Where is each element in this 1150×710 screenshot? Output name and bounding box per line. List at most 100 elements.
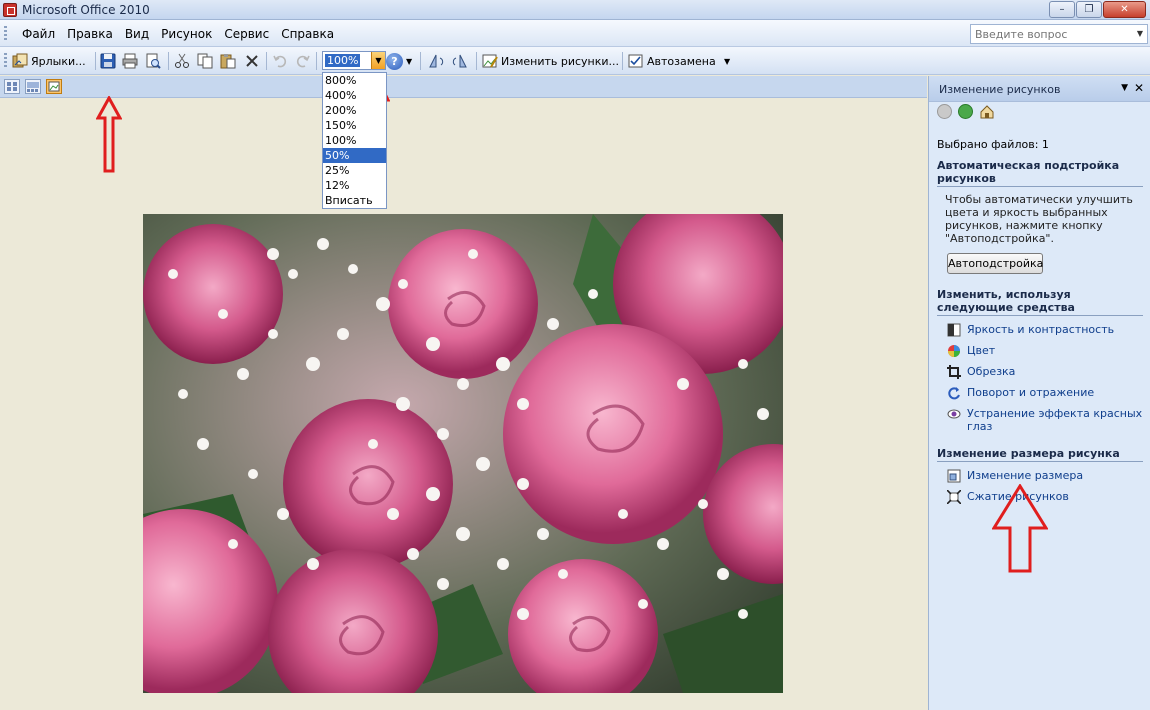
ask-question-box[interactable]: ▼ bbox=[970, 24, 1148, 44]
autocorrect-label: Автозамена bbox=[647, 54, 716, 68]
zoom-value[interactable]: 100% bbox=[325, 54, 361, 67]
zoom-option[interactable]: 150% bbox=[323, 118, 386, 133]
rotate-flip-icon bbox=[947, 386, 961, 400]
resize-link[interactable]: Изменение размера bbox=[947, 469, 1143, 483]
rotate-flip-link[interactable]: Поворот и отражение bbox=[947, 386, 1143, 400]
color-link[interactable]: Цвет bbox=[947, 344, 1143, 358]
print-preview-icon bbox=[145, 53, 161, 69]
app-icon bbox=[3, 3, 17, 17]
delete-button[interactable] bbox=[244, 52, 260, 70]
zoom-option[interactable]: 100% bbox=[323, 133, 386, 148]
tools-heading: Изменить, используя следующие средства bbox=[937, 288, 1143, 316]
red-arrow-compress bbox=[992, 484, 1048, 573]
autocorrect-button[interactable]: Автозамена bbox=[628, 52, 716, 70]
paste-button[interactable] bbox=[220, 52, 236, 70]
print-button[interactable] bbox=[122, 52, 138, 70]
zoom-option[interactable]: Вписать bbox=[323, 193, 386, 208]
zoom-option[interactable]: 400% bbox=[323, 88, 386, 103]
toolbar-options-button[interactable]: ▼ bbox=[406, 52, 412, 70]
resize-heading: Изменение размера рисунка bbox=[937, 447, 1143, 462]
zoom-option[interactable]: 200% bbox=[323, 103, 386, 118]
task-pane-title: Изменение рисунков bbox=[939, 83, 1061, 96]
filmstrip-view-button[interactable] bbox=[25, 79, 41, 94]
menu-service[interactable]: Сервис bbox=[218, 27, 275, 41]
window-controls: – ❐ ✕ bbox=[1049, 1, 1146, 18]
close-button[interactable]: ✕ bbox=[1103, 1, 1146, 18]
auto-adjust-heading: Автоматическая подстройка рисунков bbox=[937, 159, 1143, 187]
print-preview-button[interactable] bbox=[145, 52, 161, 70]
crop-link[interactable]: Обрезка bbox=[947, 365, 1143, 379]
window-title: Microsoft Office 2010 bbox=[22, 3, 150, 17]
view-bar bbox=[0, 76, 927, 98]
back-icon[interactable] bbox=[937, 104, 952, 119]
zoom-dropdown-list: 800% 400% 200% 150% 100% 50% 25% 12% Впи… bbox=[322, 72, 387, 209]
copy-icon bbox=[197, 53, 213, 69]
menubar-grip[interactable] bbox=[4, 26, 7, 42]
chevron-down-icon[interactable]: ▼ bbox=[371, 52, 385, 69]
zoom-option[interactable]: 800% bbox=[323, 73, 386, 88]
rotate-right-button[interactable] bbox=[452, 52, 468, 70]
shortcuts-button[interactable]: Ярлыки... bbox=[12, 52, 86, 70]
scissors-icon bbox=[174, 53, 190, 69]
minimize-button[interactable]: – bbox=[1049, 1, 1075, 18]
save-button[interactable] bbox=[100, 52, 116, 70]
auto-adjust-note: Чтобы автоматически улучшить цвета и ярк… bbox=[945, 193, 1133, 245]
link-label: Яркость и контрастность bbox=[967, 323, 1115, 336]
menu-file[interactable]: Файл bbox=[16, 27, 61, 41]
crop-icon bbox=[947, 365, 961, 379]
link-label: Изменение размера bbox=[967, 469, 1084, 482]
chevron-down-icon[interactable]: ▼ bbox=[1134, 26, 1146, 42]
close-icon[interactable]: ✕ bbox=[1134, 81, 1144, 95]
home-icon[interactable] bbox=[979, 104, 995, 119]
brightness-contrast-link[interactable]: Яркость и контрастность bbox=[947, 323, 1143, 337]
menu-edit[interactable]: Правка bbox=[61, 27, 119, 41]
task-pane-nav bbox=[937, 104, 995, 119]
task-pane-header: Изменение рисунков ▼ ✕ bbox=[929, 76, 1150, 102]
redo-button[interactable] bbox=[295, 52, 311, 70]
toolbar-options-button-2[interactable]: ▼ bbox=[724, 52, 730, 70]
link-label: Устранение эффекта красных глаз bbox=[967, 407, 1143, 433]
link-label: Обрезка bbox=[967, 365, 1016, 378]
redo-icon bbox=[295, 53, 311, 69]
zoom-option[interactable]: 25% bbox=[323, 163, 386, 178]
zoom-option-selected[interactable]: 50% bbox=[323, 148, 386, 163]
color-icon bbox=[947, 344, 961, 358]
ask-question-input[interactable] bbox=[971, 25, 1131, 43]
menu-picture[interactable]: Рисунок bbox=[155, 27, 218, 41]
rotate-left-icon bbox=[428, 53, 444, 69]
toolbar-grip[interactable] bbox=[4, 53, 7, 69]
title-bar: Microsoft Office 2010 – ❐ ✕ bbox=[0, 0, 1150, 20]
standard-toolbar: Ярлыки... ? ▼ Изменить рисунки... Автоза… bbox=[0, 47, 1150, 75]
single-picture-view-button[interactable] bbox=[46, 79, 62, 94]
restore-button[interactable]: ❐ bbox=[1076, 1, 1102, 18]
edit-pictures-label: Изменить рисунки... bbox=[501, 54, 620, 68]
zoom-combo[interactable]: 100% ▼ bbox=[322, 51, 386, 70]
help-icon: ? bbox=[386, 52, 403, 70]
link-label: Цвет bbox=[967, 344, 996, 357]
picture-canvas bbox=[0, 98, 927, 710]
edit-picture-icon bbox=[482, 53, 498, 69]
compress-icon bbox=[946, 489, 962, 505]
cut-button[interactable] bbox=[174, 52, 190, 70]
undo-button[interactable] bbox=[272, 52, 288, 70]
zoom-option[interactable]: 12% bbox=[323, 178, 386, 193]
rose-bouquet-photo[interactable] bbox=[143, 214, 783, 693]
auto-adjust-button[interactable]: Автоподстройка bbox=[947, 253, 1043, 274]
save-icon bbox=[100, 53, 116, 69]
rotate-left-button[interactable] bbox=[428, 52, 444, 70]
thumbnails-view-button[interactable] bbox=[4, 79, 20, 94]
shortcuts-label: Ярлыки... bbox=[31, 54, 86, 68]
forward-icon[interactable] bbox=[958, 104, 973, 119]
menu-view[interactable]: Вид bbox=[119, 27, 155, 41]
chevron-down-icon[interactable]: ▼ bbox=[1121, 83, 1128, 93]
red-eye-link[interactable]: Устранение эффекта красных глаз bbox=[947, 407, 1143, 433]
copy-button[interactable] bbox=[197, 52, 213, 70]
edit-pictures-button[interactable]: Изменить рисунки... bbox=[482, 52, 619, 70]
autocorrect-icon bbox=[628, 53, 644, 69]
red-eye-icon bbox=[947, 407, 961, 421]
print-icon bbox=[122, 53, 138, 69]
link-label: Поворот и отражение bbox=[967, 386, 1095, 399]
task-pane: Изменение рисунков ▼ ✕ Выбрано файлов: 1… bbox=[928, 76, 1150, 710]
menu-help[interactable]: Справка bbox=[275, 27, 340, 41]
help-button[interactable]: ? bbox=[386, 52, 403, 70]
